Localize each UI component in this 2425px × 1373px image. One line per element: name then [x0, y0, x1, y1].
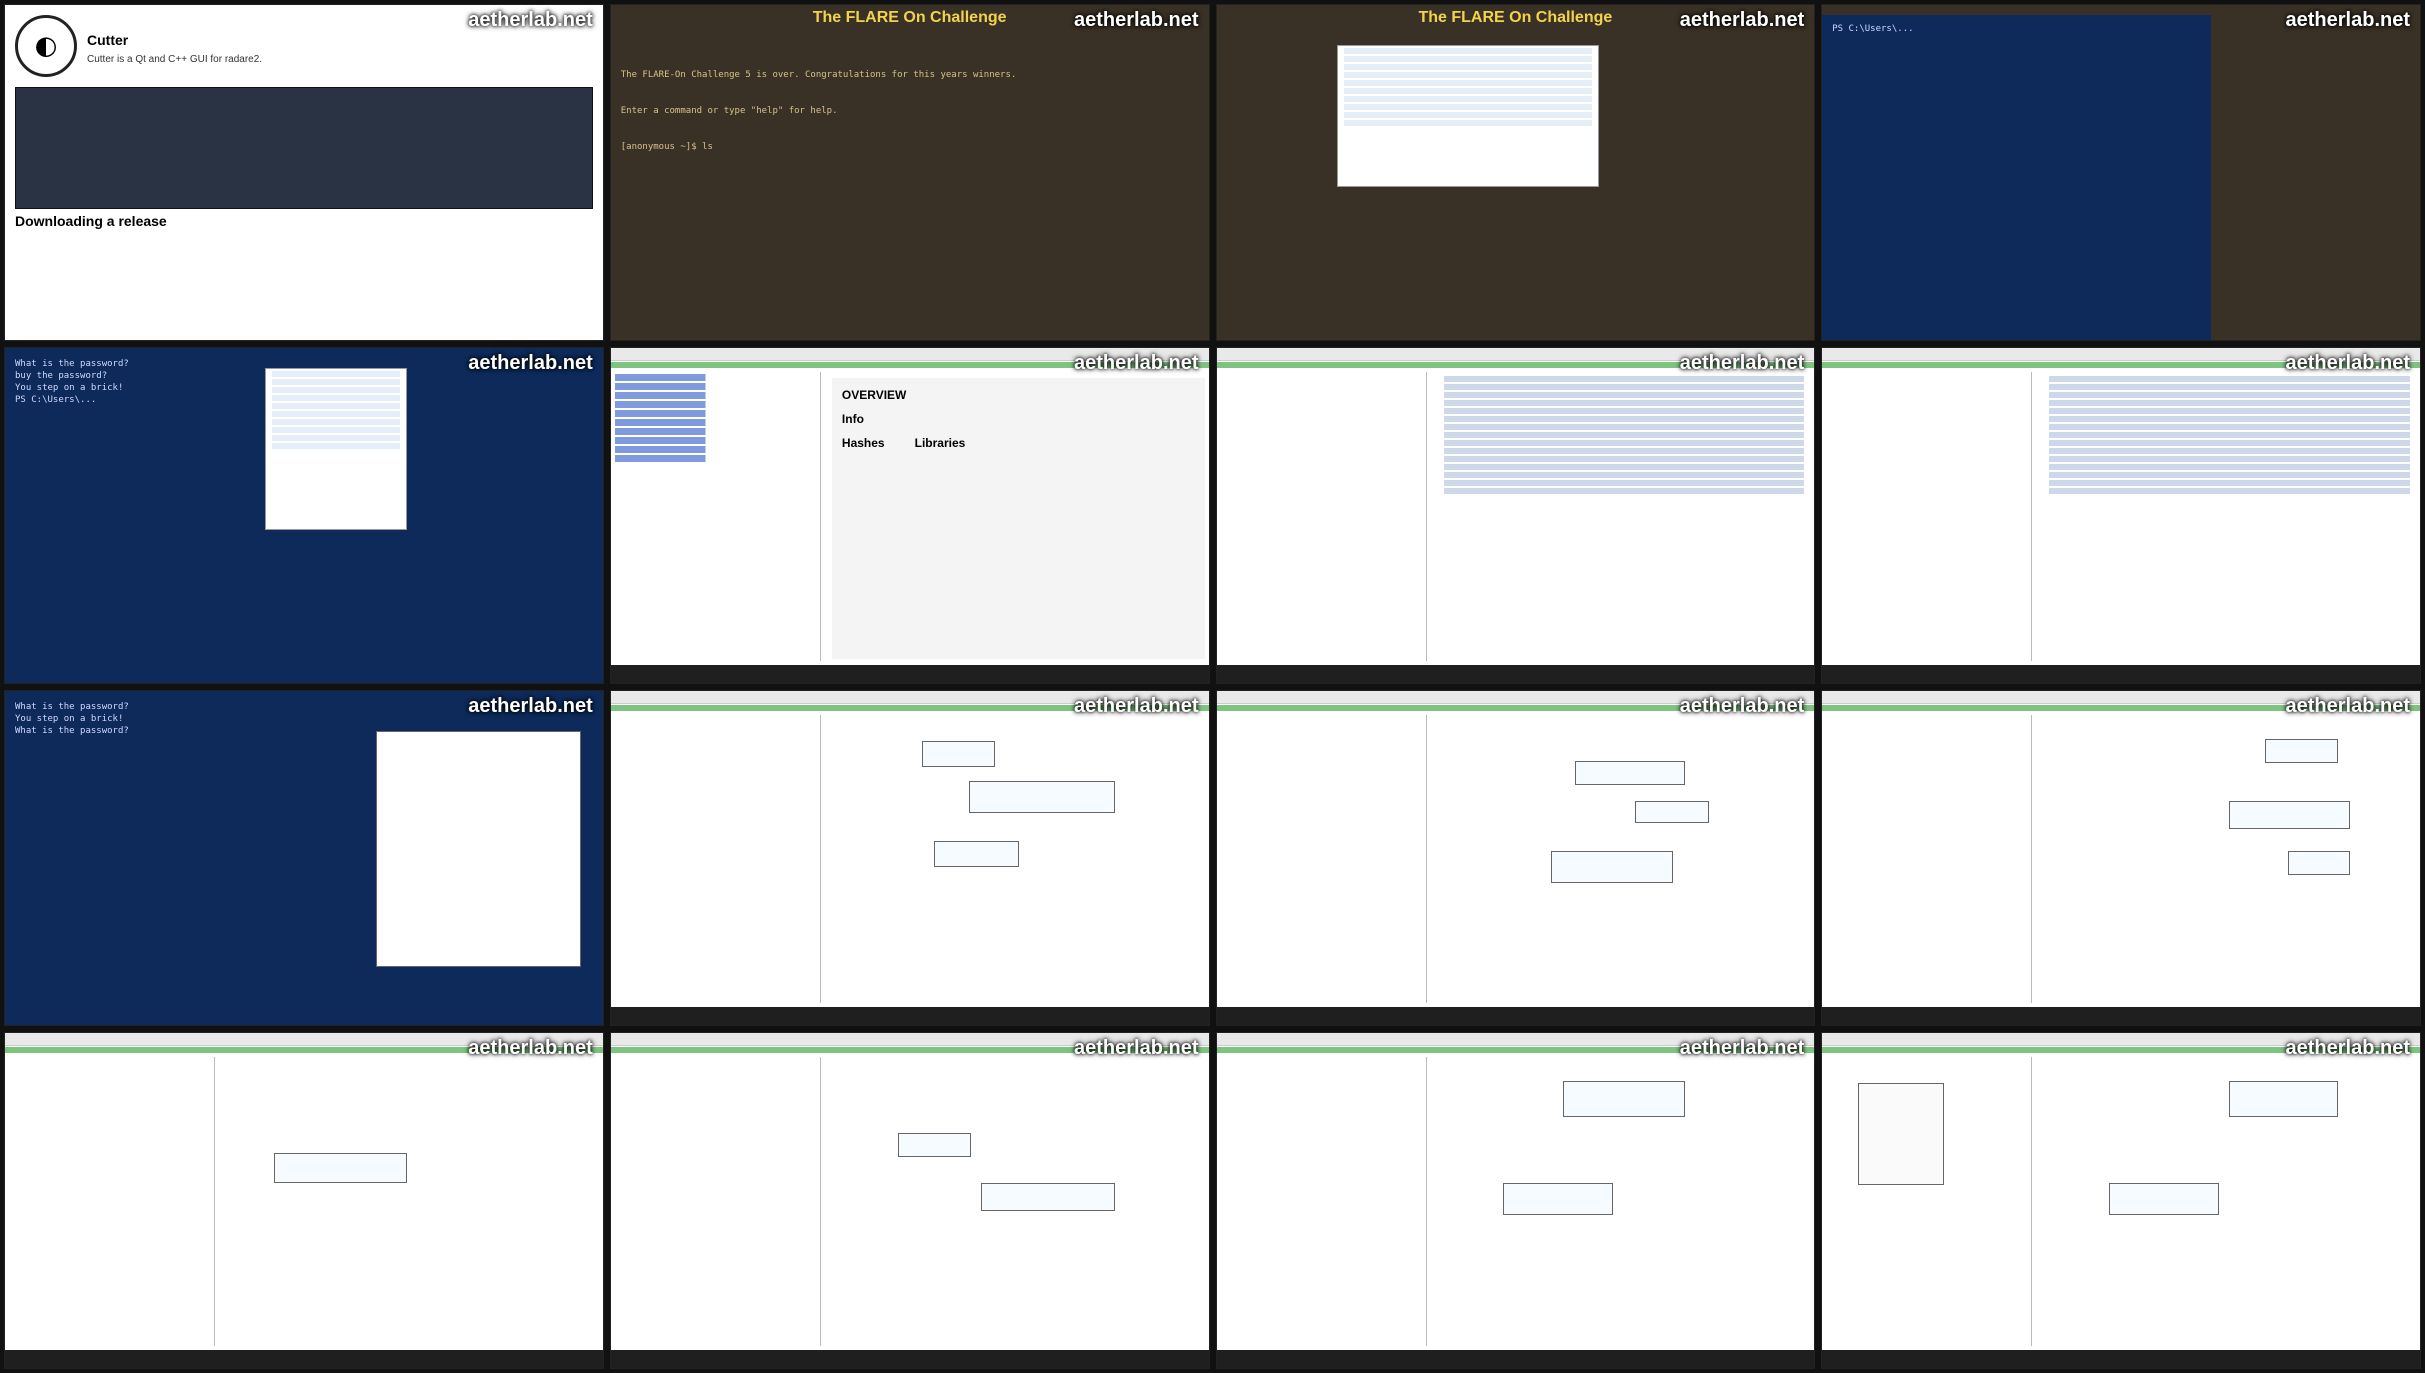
powershell-window[interactable]: PS C:\Users\...: [1822, 15, 2211, 340]
tile-cutter-code-2: aetherlab.net: [1821, 346, 2421, 684]
readme-content: ◐ Cutter Cutter is a Qt and C++ GUI for …: [5, 5, 603, 245]
tile-cutter-code-1: aetherlab.net: [1215, 346, 1816, 684]
file-explorer-window[interactable]: [265, 367, 407, 530]
taskbar[interactable]: [610, 1007, 1209, 1026]
taskbar[interactable]: [5, 1350, 603, 1368]
cutter-desc: Cutter is a Qt and C++ GUI for radare2.: [87, 53, 263, 65]
overview-panel: OVERVIEW Info Hashes Libraries: [831, 377, 1205, 659]
context-menu[interactable]: [1858, 1083, 1944, 1186]
watermark: aetherlab.net: [1679, 351, 1805, 374]
watermark: aetherlab.net: [1679, 9, 1805, 31]
downloading-heading: Downloading a release: [15, 213, 167, 229]
tile-blue-terminal: aetherlab.net PS C:\Users\...: [1821, 4, 2421, 341]
watermark: aetherlab.net: [1074, 694, 1199, 717]
tile-flare-terminal: aetherlab.net The FLARE On Challenge The…: [609, 4, 1210, 341]
watermark: aetherlab.net: [1679, 1037, 1805, 1060]
terminal-line2: Enter a command or type "help" for help.: [620, 106, 838, 116]
cutter-logo-icon: ◐: [15, 15, 77, 77]
graph-overlay: [375, 730, 581, 967]
taskbar[interactable]: [1216, 1350, 1815, 1368]
file-list: [1338, 48, 1598, 126]
tile-cutter-overview: aetherlab.net OVERVIEW Info Hashes Libra…: [609, 346, 1210, 684]
file-list: [266, 370, 406, 449]
disassembly-view: [1437, 373, 1811, 659]
watermark: aetherlab.net: [468, 351, 593, 374]
tile-cutter-graph-4: aetherlab.net: [4, 1032, 604, 1369]
terminal-prompt[interactable]: [anonymous ~]$ ls: [621, 141, 1017, 153]
disassembly-view: [2043, 373, 2416, 659]
tile-cutter-readme: aetherlab.net ◐ Cutter Cutter is a Qt an…: [4, 4, 604, 341]
watermark: aetherlab.net: [468, 1037, 593, 1060]
watermark: aetherlab.net: [1074, 351, 1199, 374]
functions-list[interactable]: [610, 1057, 821, 1346]
functions-list[interactable]: [610, 714, 821, 1004]
thumbnail-grid: aetherlab.net ◐ Cutter Cutter is a Qt an…: [0, 0, 2425, 1373]
watermark: aetherlab.net: [1074, 9, 1199, 31]
functions-list[interactable]: [5, 1057, 216, 1346]
tile-cutter-graph-2: aetherlab.net: [1215, 689, 1816, 1027]
tile-flare-explorer: aetherlab.net The FLARE On Challenge: [1215, 4, 1816, 341]
tile-cutter-graph-5: aetherlab.net: [609, 1032, 1210, 1369]
watermark: aetherlab.net: [468, 694, 593, 717]
taskbar[interactable]: [1822, 664, 2420, 683]
taskbar[interactable]: [1216, 664, 1815, 683]
info-title: Info: [841, 411, 864, 426]
hashes-title: Hashes: [841, 435, 885, 450]
tile-ps-graph: aetherlab.net What is the password? You …: [4, 689, 604, 1027]
ps-text: What is the password? buy the password? …: [15, 358, 129, 405]
tile-cutter-graph-6: aetherlab.net: [1215, 1032, 1816, 1369]
tile-cutter-graph-7: aetherlab.net: [1821, 1032, 2421, 1369]
cutter-title: Cutter: [87, 31, 129, 48]
functions-list[interactable]: [1216, 1057, 1427, 1346]
taskbar[interactable]: [1822, 1007, 2420, 1026]
ps-text: What is the password? You step on a bric…: [15, 701, 129, 736]
tile-cutter-graph-1: aetherlab.net: [609, 689, 1210, 1027]
watermark: aetherlab.net: [2285, 694, 2410, 717]
taskbar[interactable]: [1216, 1007, 1815, 1026]
tile-cutter-graph-3: aetherlab.net: [1821, 689, 2421, 1027]
taskbar[interactable]: [610, 1350, 1209, 1368]
libraries-title: Libraries: [914, 435, 966, 450]
functions-list[interactable]: [1822, 371, 2033, 661]
functions-list[interactable]: [1216, 371, 1427, 661]
watermark: aetherlab.net: [468, 9, 593, 31]
overview-title: OVERVIEW: [841, 387, 907, 402]
terminal-text: The FLARE-On Challenge 5 is over. Congra…: [621, 45, 1017, 177]
watermark: aetherlab.net: [2285, 1037, 2410, 1060]
taskbar[interactable]: [610, 664, 1209, 683]
functions-list[interactable]: [1216, 714, 1427, 1004]
file-explorer-window[interactable]: [1336, 45, 1599, 187]
functions-list[interactable]: [1822, 714, 2033, 1004]
taskbar[interactable]: [1822, 1350, 2420, 1368]
tile-ps-with-explorer: aetherlab.net What is the password? buy …: [4, 346, 604, 684]
functions-list[interactable]: [610, 371, 821, 661]
watermark: aetherlab.net: [2285, 9, 2410, 31]
terminal-line1: The FLARE-On Challenge 5 is over. Congra…: [620, 70, 1017, 80]
watermark: aetherlab.net: [2285, 351, 2410, 374]
watermark: aetherlab.net: [1074, 1037, 1199, 1060]
cutter-screenshot: [15, 87, 593, 209]
watermark: aetherlab.net: [1679, 694, 1805, 717]
ps-text: PS C:\Users\...: [1832, 24, 1914, 34]
